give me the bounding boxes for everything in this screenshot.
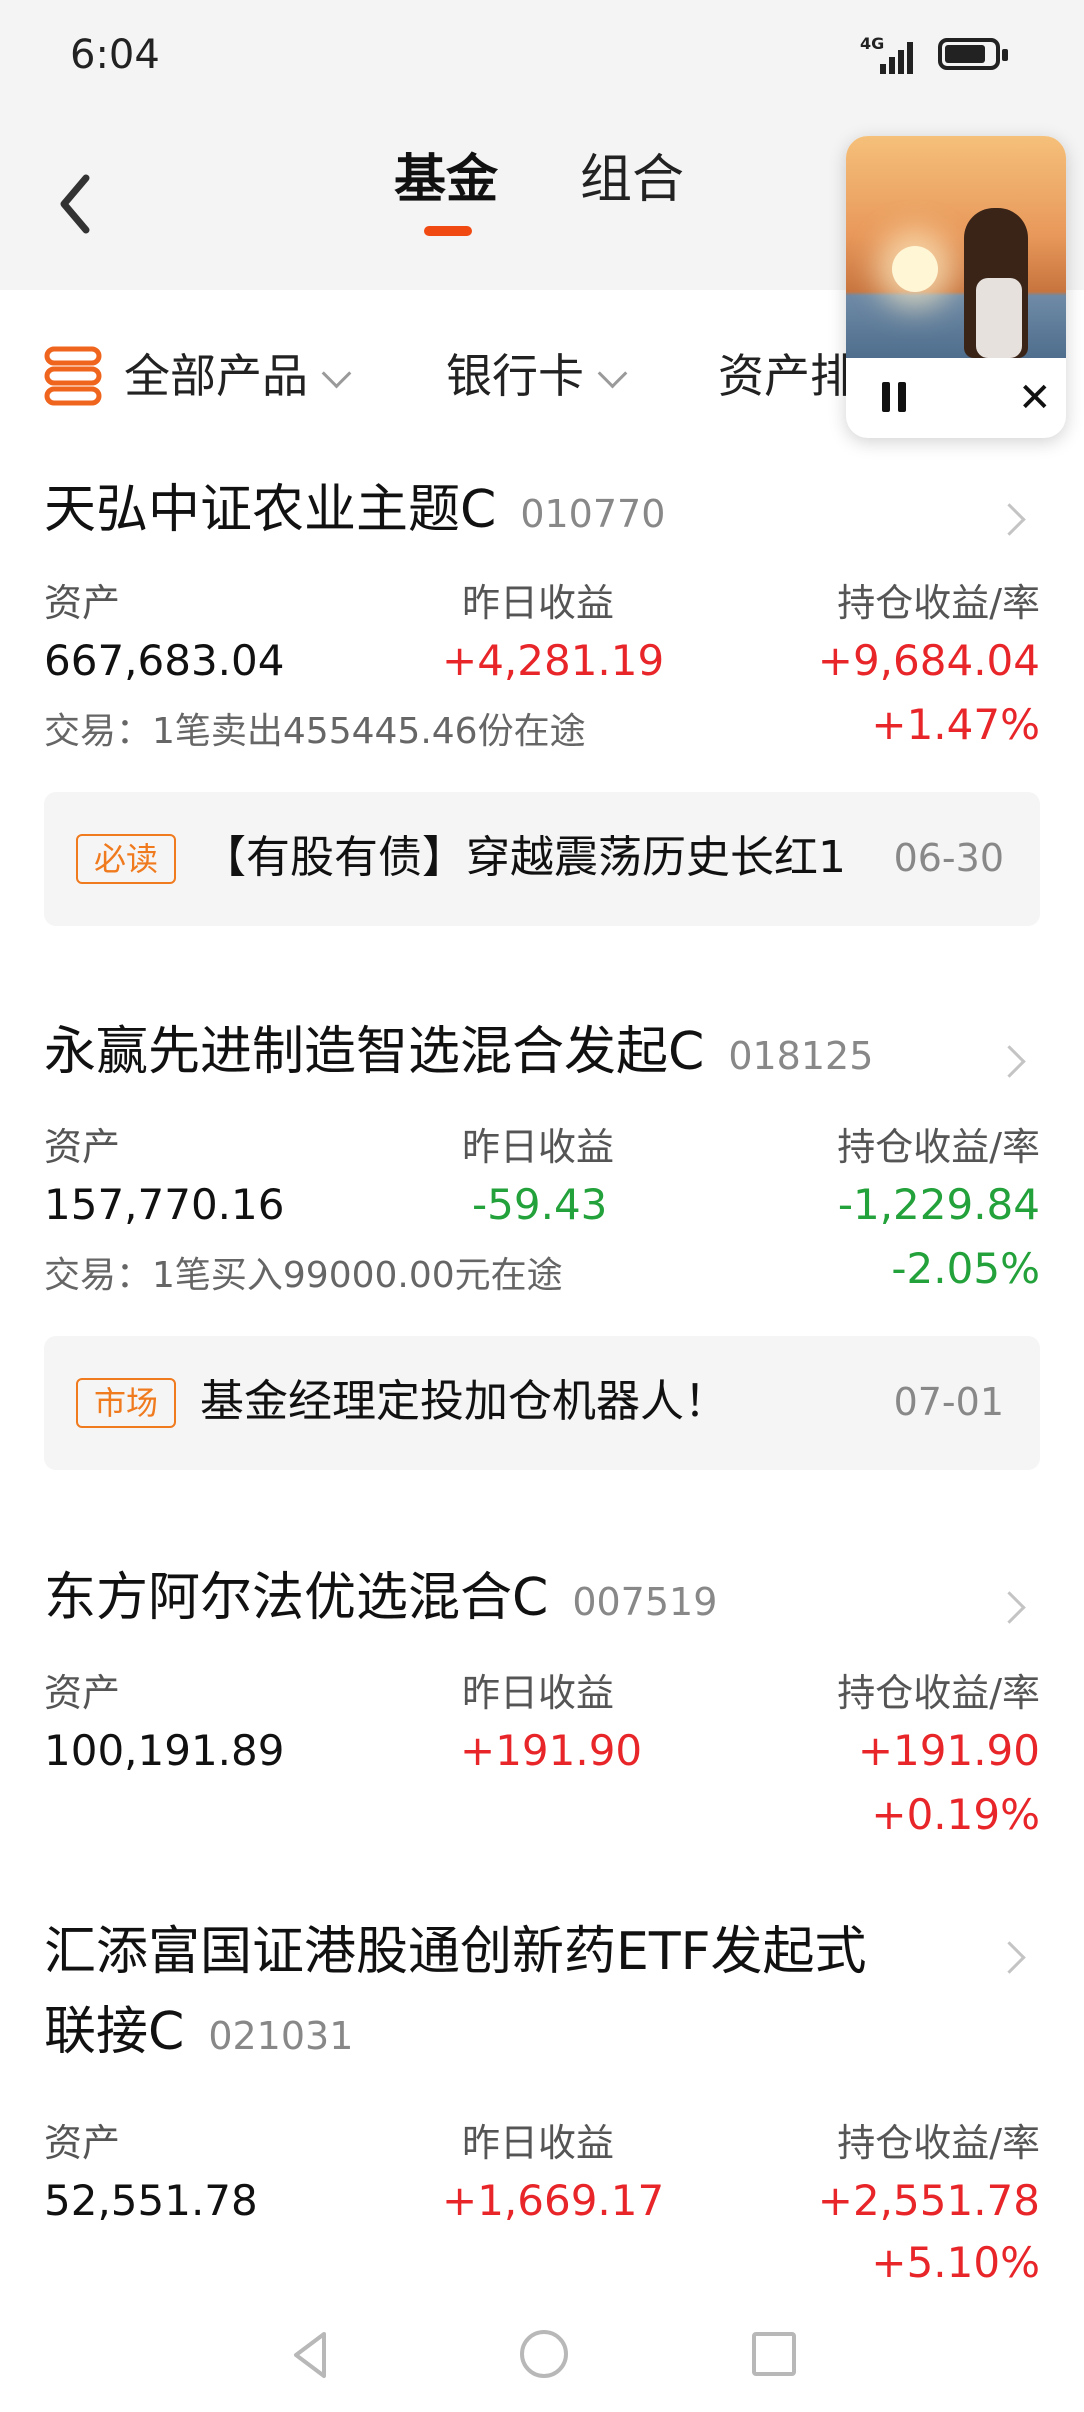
yesterday-value: +191.90 [460,1726,643,1775]
fund-card[interactable]: 汇添富国证港股通创新药ETF发起式 联接C 021031 资产 昨日收益 持仓收益… [0,1882,1084,2298]
close-icon[interactable]: ✕ [1018,378,1052,418]
yesterday-value: +1,669.17 [442,2176,665,2225]
signal-icon: 4G [860,36,926,76]
holding-rate: +0.19% [871,1790,1040,1839]
asset-label: 资产 [44,1671,121,1715]
holding-rate: +5.10% [871,2238,1040,2287]
active-tab-indicator [424,226,472,236]
holding-label: 持仓收益/率 [837,1125,1040,1169]
asset-value: 157,770.16 [44,1180,285,1229]
asset-label: 资产 [44,1125,121,1169]
stack-list-icon[interactable] [44,346,102,406]
yesterday-value: +4,281.19 [442,636,665,685]
fund-title-line1: 汇添富国证港股通创新药ETF发起式 [44,1922,867,1982]
fund-card[interactable]: 永赢先进制造智选混合发起C 018125 资产 昨日收益 持仓收益/率 157,7… [0,962,1084,1508]
yesterday-label: 昨日收益 [462,581,615,625]
tab-funds[interactable]: 基金 [394,140,498,220]
notice-tag: 必读 [76,834,177,884]
fund-notice[interactable]: 市场 基金经理定投加仓机器人！ 07-01 [44,1336,1040,1470]
fund-title: 永赢先进制造智选混合发起C 018125 [44,1022,874,1082]
fund-code: 018125 [728,1034,874,1078]
status-time: 6:04 [70,32,160,78]
tab-portfolio[interactable]: 组合 [580,140,684,220]
chevron-right-icon [993,1045,1026,1078]
yesterday-value: -59.43 [472,1180,608,1229]
holding-label: 持仓收益/率 [837,2121,1040,2165]
fund-card[interactable]: 天弘中证农业主题C 010770 资产 昨日收益 持仓收益/率 667,683.0… [0,466,1084,964]
fund-title: 东方阿尔法优选混合C 007519 [44,1568,718,1628]
fund-code: 007519 [572,1580,718,1624]
nav-recents-icon[interactable] [752,2332,796,2376]
holding-value: +9,684.04 [817,636,1040,685]
holding-value: -1,229.84 [837,1180,1040,1229]
chevron-down-icon [321,358,352,389]
trade-status: 交易：1笔卖出455445.46份在途 [44,711,586,752]
filter-all-products[interactable]: 全部产品 [124,348,352,404]
fund-title-line2: 联接C 021031 [44,2002,354,2062]
filter-asset-sort[interactable]: 资产排 [718,348,856,404]
yesterday-label: 昨日收益 [462,1671,615,1715]
holding-rate: +1.47% [871,700,1040,749]
floating-video-window[interactable]: ✕ [846,136,1066,438]
filter-bank-card[interactable]: 银行卡 [446,348,628,404]
holding-rate: -2.05% [891,1244,1040,1293]
asset-value: 52,551.78 [44,2176,258,2225]
holding-label: 持仓收益/率 [837,1671,1040,1715]
notice-date: 06-30 [893,836,1004,880]
fund-code: 021031 [208,2014,354,2058]
chevron-down-icon [597,358,628,389]
battery-icon [938,38,1008,70]
yesterday-label: 昨日收益 [462,1125,615,1169]
fund-code: 010770 [520,492,666,536]
notice-date: 07-01 [893,1380,1004,1424]
holding-value: +2,551.78 [817,2176,1040,2225]
notice-text: 【有股有债】穿越震荡历史长红1 [202,832,846,883]
chevron-left-icon [60,174,90,234]
chevron-right-icon [993,1591,1026,1624]
holding-label: 持仓收益/率 [837,581,1040,625]
asset-label: 资产 [44,581,121,625]
asset-value: 100,191.89 [44,1726,285,1775]
system-nav-bar [0,2298,1084,2412]
chevron-right-icon [993,503,1026,536]
yesterday-label: 昨日收益 [462,2121,615,2165]
nav-back-icon[interactable] [290,2330,330,2380]
fund-card[interactable]: 东方阿尔法优选混合C 007519 资产 昨日收益 持仓收益/率 100,191.… [0,1506,1084,1884]
pause-icon[interactable] [880,382,910,414]
asset-label: 资产 [44,2121,121,2165]
notice-tag: 市场 [76,1378,177,1428]
chevron-right-icon [993,1941,1026,1974]
video-thumbnail [846,136,1066,358]
back-button[interactable] [48,150,108,250]
asset-value: 667,683.04 [44,636,285,685]
notice-text: 基金经理定投加仓机器人！ [200,1376,728,1427]
fund-title: 天弘中证农业主题C 010770 [44,480,666,540]
holding-value: +191.90 [857,1726,1040,1775]
nav-home-icon[interactable] [520,2330,568,2378]
trade-status: 交易：1笔买入99000.00元在途 [44,1255,563,1296]
status-bar: 6:04 4G [0,0,1084,110]
fund-notice[interactable]: 必读 【有股有债】穿越震荡历史长红1 06-30 [44,792,1040,926]
